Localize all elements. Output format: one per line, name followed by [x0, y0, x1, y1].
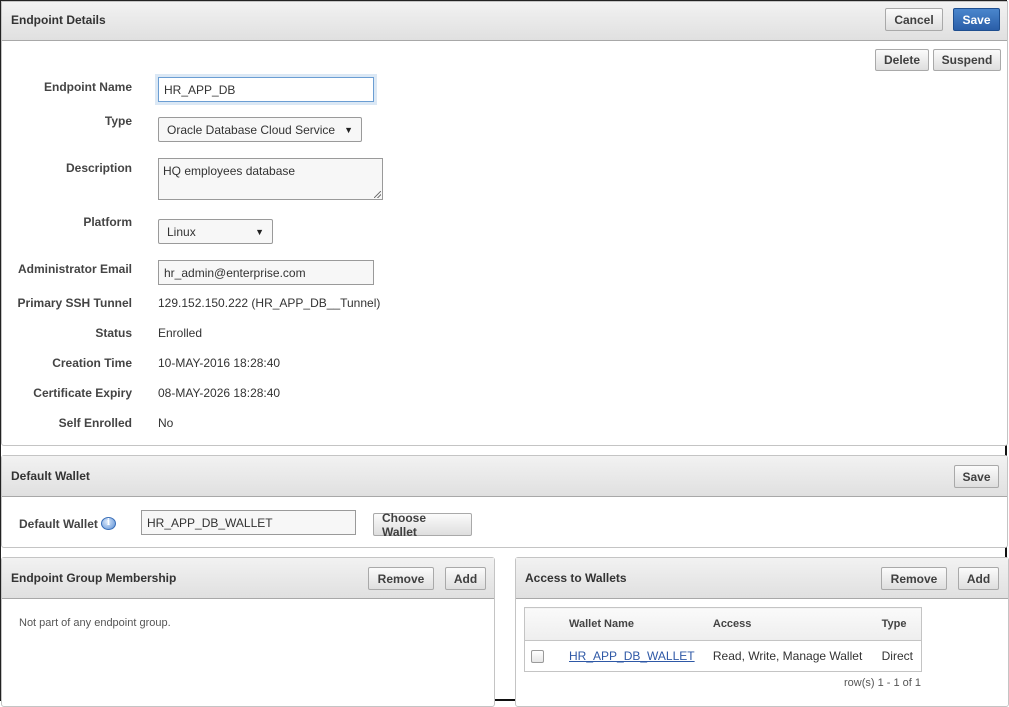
save-button[interactable]: Save: [953, 8, 1000, 31]
default-wallet-label-text: Default Wallet: [19, 517, 98, 531]
row-select-cell: [525, 641, 564, 672]
column-header-type[interactable]: Type: [875, 607, 922, 641]
ssh-tunnel-value: 129.152.150.222 (HR_APP_DB__Tunnel): [158, 296, 381, 310]
platform-select[interactable]: Linux ▼: [158, 219, 273, 244]
choose-wallet-button[interactable]: Choose Wallet: [373, 511, 472, 539]
description-value: HQ employees database: [163, 164, 296, 178]
cert-expiry-value: 08-MAY-2026 18:28:40: [158, 386, 281, 400]
group-membership-region: Endpoint Group Membership Remove Add Not…: [1, 557, 495, 707]
default-wallet-title: Default Wallet: [11, 469, 90, 483]
type-cell: Direct: [881, 649, 913, 663]
chevron-down-icon: ▼: [344, 124, 353, 135]
platform-select-value: Linux: [167, 224, 196, 239]
group-remove-button[interactable]: Remove: [368, 567, 434, 590]
status-label: Status: [95, 326, 132, 340]
cert-expiry-label: Certificate Expiry: [33, 386, 132, 400]
column-header-access[interactable]: Access: [706, 607, 876, 641]
pagination-text: row(s) 1 - 1 of 1: [843, 677, 921, 689]
select-column-header: [524, 607, 563, 641]
description-label: Description: [65, 161, 132, 175]
chevron-down-icon: ▼: [255, 226, 264, 237]
cancel-button[interactable]: Cancel: [885, 8, 943, 31]
endpoint-name-label: Endpoint Name: [43, 80, 132, 94]
type-select[interactable]: Oracle Database Cloud Service ▼: [158, 117, 362, 142]
row-checkbox[interactable]: [531, 650, 544, 664]
endpoint-details-header: Endpoint Details Cancel Save: [2, 2, 1007, 41]
endpoint-name-input[interactable]: HR_APP_DB: [158, 77, 374, 102]
wallet-name-cell: HR_APP_DB_WALLET: [563, 641, 707, 672]
self-enrolled-label: Self Enrolled: [58, 416, 132, 430]
self-enrolled-value: No: [158, 416, 174, 430]
group-add-button[interactable]: Add: [445, 567, 486, 590]
type-label: Type: [104, 114, 132, 128]
table-row: HR_APP_DB_WALLET Read, Write, Manage Wal…: [525, 641, 922, 672]
wallets-table-header-row: Wallet Name Access Type: [524, 607, 922, 641]
default-wallet-label: Default Wallet i: [19, 517, 116, 531]
admin-email-input[interactable]: hr_admin@enterprise.com: [158, 260, 374, 285]
access-cell: Read, Write, Manage Wallet: [712, 649, 863, 663]
default-wallet-header: Default Wallet Save: [2, 456, 1007, 497]
description-textarea[interactable]: HQ employees database: [158, 158, 383, 200]
type-select-value: Oracle Database Cloud Service: [167, 122, 336, 137]
platform-label: Platform: [83, 215, 132, 229]
suspend-button[interactable]: Suspend: [933, 49, 1001, 71]
wallet-name-link[interactable]: HR_APP_DB_WALLET: [569, 649, 695, 663]
column-header-wallet-name[interactable]: Wallet Name: [563, 607, 707, 641]
default-wallet-region: Default Wallet Save Default Wallet i HR_A…: [1, 455, 1008, 548]
status-value: Enrolled: [158, 326, 203, 340]
wallets-remove-button[interactable]: Remove: [881, 567, 947, 590]
default-wallet-save-button[interactable]: Save: [954, 465, 999, 488]
group-membership-header: Endpoint Group Membership Remove Add: [2, 558, 494, 599]
access-wallets-title: Access to Wallets: [525, 571, 627, 585]
endpoint-details-title: Endpoint Details: [11, 13, 106, 27]
access-wallets-region: Access to Wallets Remove Add Wallet Name…: [515, 557, 1009, 707]
admin-email-label: Administrator Email: [17, 262, 132, 276]
wallets-add-button[interactable]: Add: [958, 567, 999, 590]
default-wallet-input[interactable]: HR_APP_DB_WALLET: [141, 510, 356, 535]
wallets-table: Wallet Name Access Type HR_APP_DB_WALLET…: [524, 607, 922, 672]
ssh-tunnel-label: Primary SSH Tunnel: [17, 296, 132, 310]
creation-time-label: Creation Time: [52, 356, 132, 370]
endpoint-details-region: Endpoint Details Cancel Save Delete Susp…: [1, 1, 1008, 446]
info-icon[interactable]: i: [100, 517, 116, 530]
access-wallets-header: Access to Wallets Remove Add: [516, 558, 1008, 599]
delete-button[interactable]: Delete: [875, 49, 929, 71]
creation-time-value: 10-MAY-2016 18:28:40: [158, 356, 281, 370]
resize-grip-icon[interactable]: [374, 191, 381, 198]
group-membership-title: Endpoint Group Membership: [11, 571, 177, 585]
group-empty-message: Not part of any endpoint group.: [19, 617, 171, 629]
